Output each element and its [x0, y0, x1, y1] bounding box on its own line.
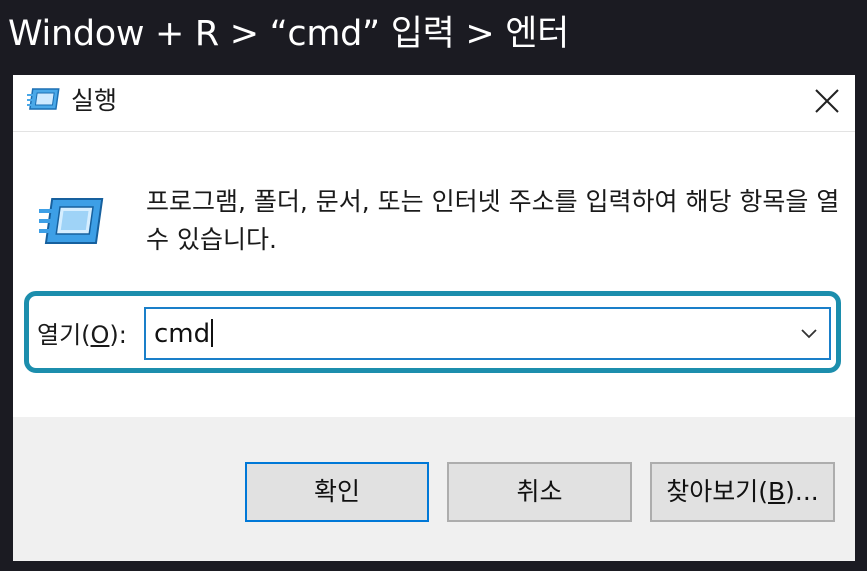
ok-button[interactable]: 확인 [245, 462, 429, 522]
dropdown-button[interactable] [789, 309, 829, 358]
title-bar: 실행 [13, 75, 855, 132]
browse-button[interactable]: 찾아보기(B)... [650, 462, 835, 522]
run-icon [27, 88, 60, 110]
open-input[interactable]: cmd [154, 317, 214, 351]
button-bar: 확인 취소 찾아보기(B)... [13, 417, 855, 561]
instruction-caption: Window + R > “cmd” 입력 > 엔터 [8, 14, 569, 54]
open-label: 열기(O): [37, 321, 127, 349]
chevron-down-icon [801, 328, 817, 338]
run-dialog: 실행 프로그램, 폴더, 문서, 또는 인터넷 주소를 입력하여 해당 항목을 … [13, 75, 855, 561]
dialog-description: 프로그램, 폴더, 문서, 또는 인터넷 주소를 입력하여 해당 항목을 열 수… [146, 187, 840, 254]
close-button[interactable] [799, 75, 855, 127]
text-caret [211, 319, 214, 347]
run-icon [39, 198, 104, 244]
dialog-title: 실행 [71, 86, 118, 115]
open-combobox[interactable]: cmd [144, 307, 831, 360]
close-icon [815, 89, 839, 113]
cancel-button[interactable]: 취소 [447, 462, 632, 522]
